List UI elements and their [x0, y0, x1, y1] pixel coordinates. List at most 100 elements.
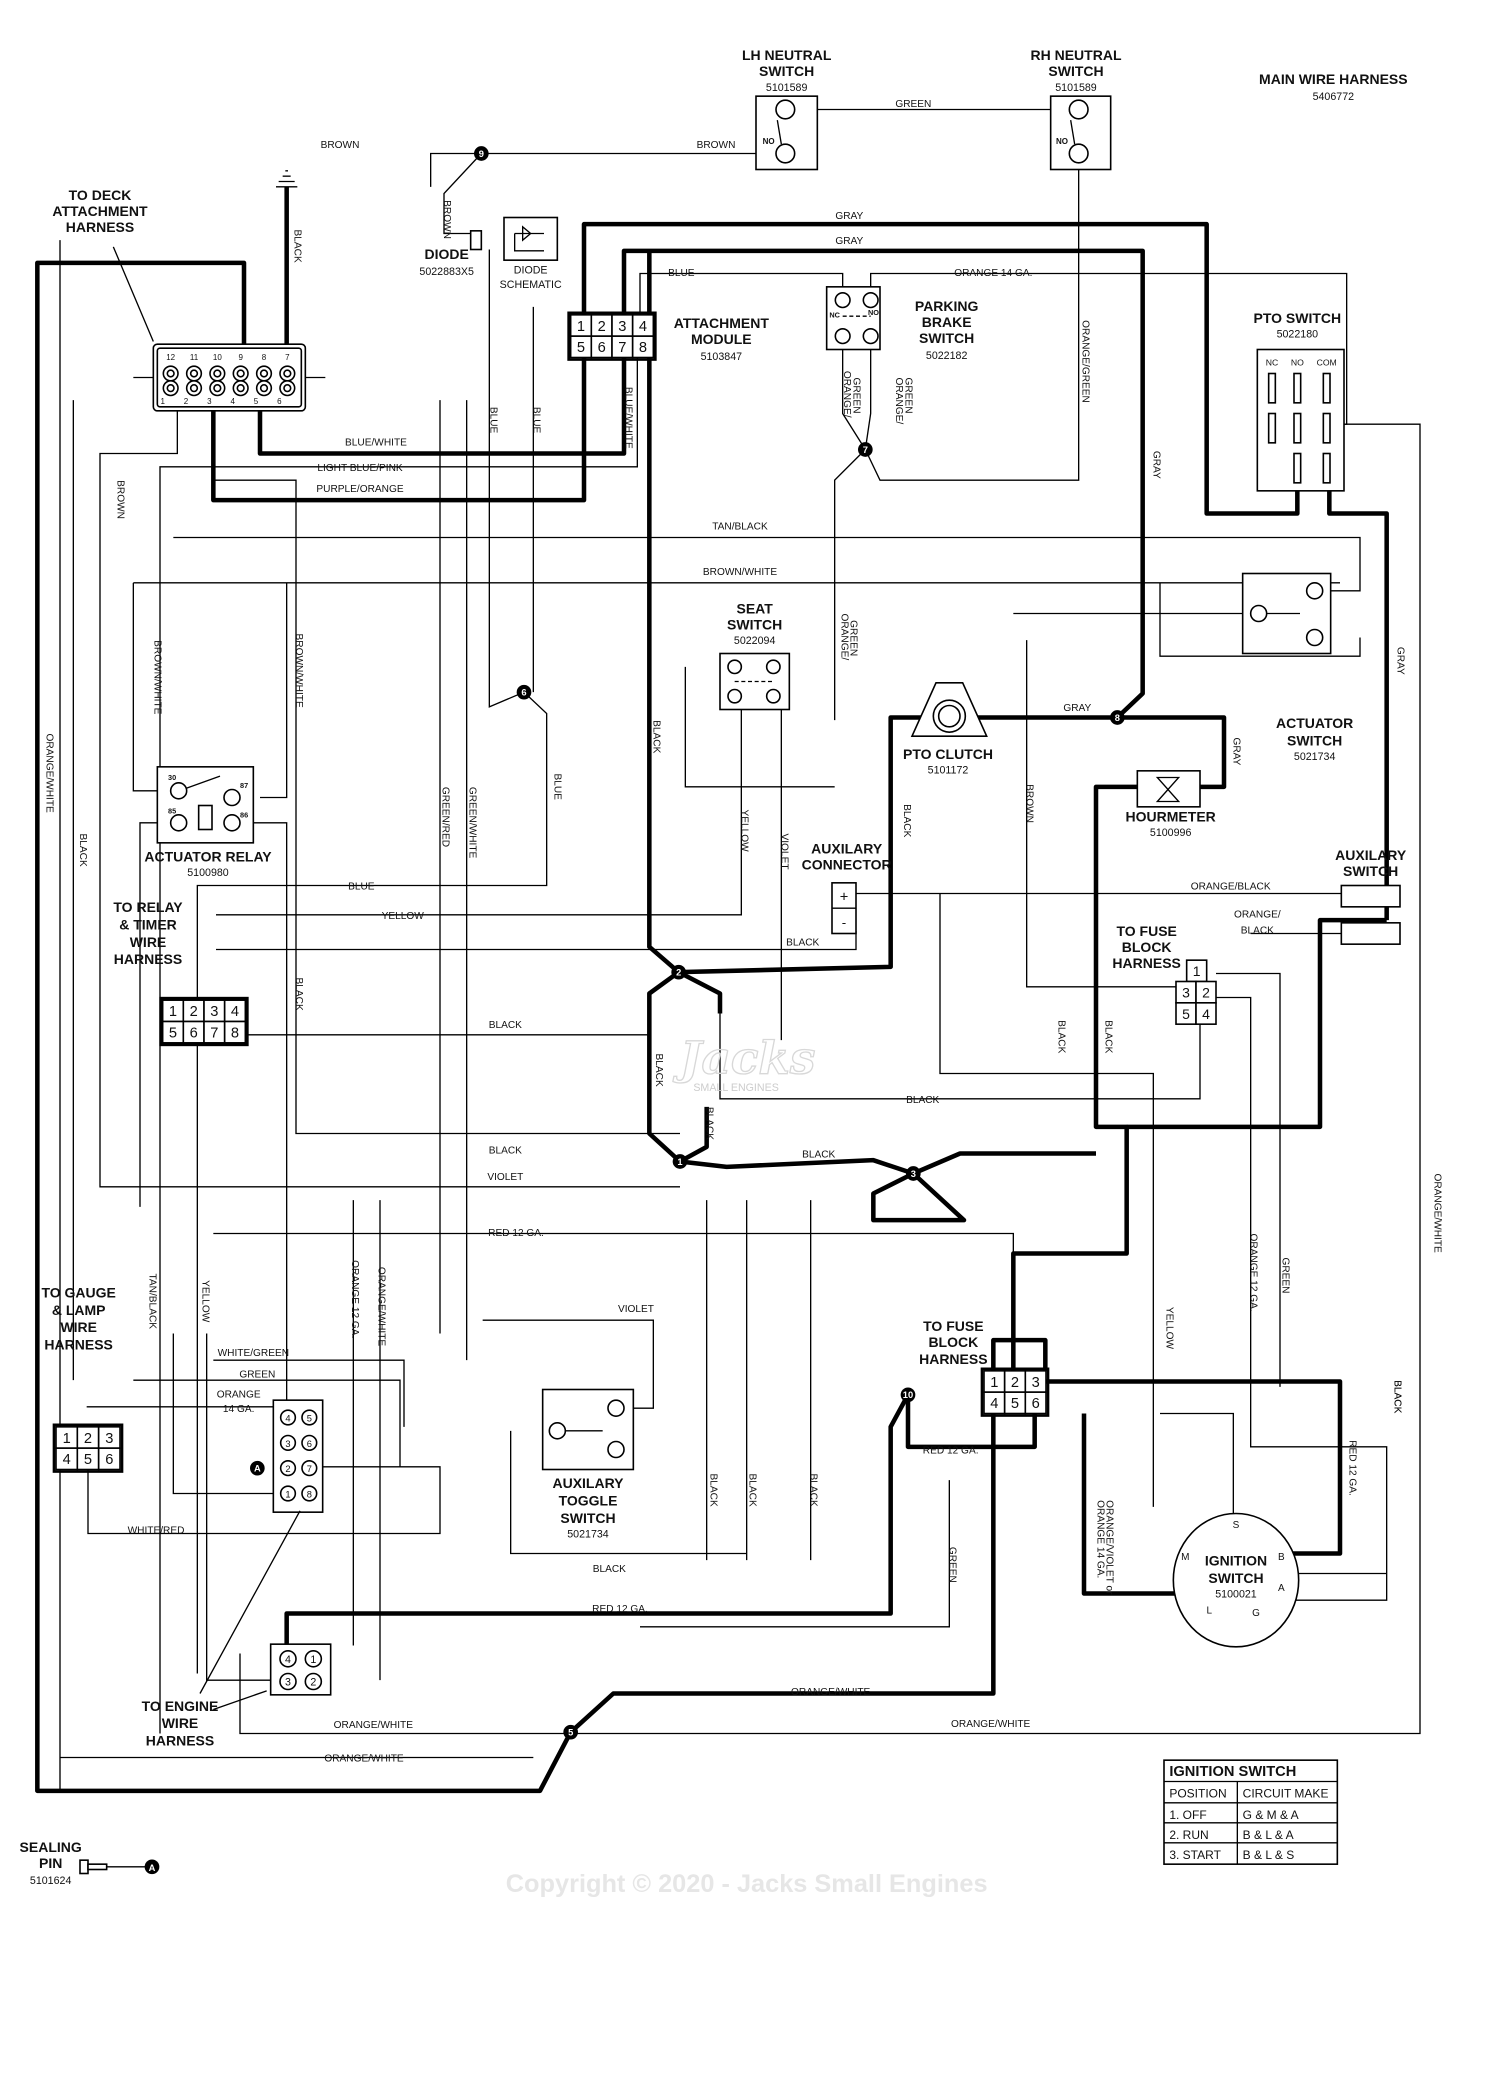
wire-label: YELLOW	[738, 810, 749, 853]
label: BRAKE	[922, 314, 972, 330]
wire	[834, 449, 866, 721]
wire-label: GREEN	[239, 1370, 275, 1381]
label: SWITCH	[727, 617, 782, 633]
pin-number: 6	[1032, 1396, 1040, 1412]
parking-brake-switch: NC NO PARKING BRAKE SWITCH 5022182	[825, 286, 979, 362]
pin-number: 1	[990, 1375, 998, 1391]
splice-label: 3	[911, 1169, 916, 1179]
auxiliary-connector: AUXILARY CONNECTOR + -	[802, 841, 892, 935]
wire-label: ORANGE/WHITE	[951, 1719, 1031, 1730]
label: PTO SWITCH	[1254, 310, 1342, 326]
pin-number: 2	[84, 1431, 92, 1447]
pin-number: 2	[184, 397, 189, 406]
label: SWITCH	[1208, 1570, 1263, 1586]
pin-number: 4	[231, 1004, 239, 1020]
terminal-label: B	[1278, 1552, 1285, 1563]
splice-label: 10	[903, 1390, 913, 1400]
wire-label: PURPLE/ORANGE	[316, 484, 403, 495]
sealing-pin-icon	[79, 1859, 89, 1875]
label: LH NEUTRAL	[742, 47, 832, 63]
pin-number: 3	[1182, 985, 1190, 1001]
contact-label: NO	[763, 137, 775, 146]
label: TO GAUGE	[41, 1285, 115, 1301]
pin-number: 5	[169, 1026, 177, 1042]
wire-label: BLACK	[802, 1150, 835, 1161]
label: HARNESS	[44, 1337, 112, 1353]
terminal-label: 30	[168, 773, 176, 782]
splice-9: 9	[474, 146, 489, 161]
wire-label: BLACK	[906, 1095, 939, 1106]
relay-timer-harness: TO RELAY & TIMER WIRE HARNESS 1 2 3 4 5 6 7 8	[113, 899, 249, 1047]
wire-label: LIGHT BLUE/PINK	[317, 463, 403, 474]
pin-number: 3	[210, 1004, 218, 1020]
pto-switch: PTO SWITCH 5022180 NC NO COM	[1254, 310, 1345, 492]
part-number: 5100021	[1215, 1589, 1257, 1601]
wire-label: BLACK	[1392, 1380, 1403, 1413]
pin-number: 4	[63, 1452, 71, 1468]
wire	[216, 706, 742, 916]
wire-label: ORANGE/WHITE	[1432, 1174, 1443, 1254]
part-number: 5021734	[567, 1529, 609, 1541]
terminal-label: A	[1278, 1583, 1285, 1594]
label: AUXILARY	[1335, 847, 1407, 863]
wire-label: WHITE/RED	[128, 1526, 185, 1537]
wire-label: ORANGE/WHITE	[44, 734, 55, 814]
wire-label: ORANGE/BLACK	[1191, 882, 1271, 893]
wire-label: ORANGE	[217, 1390, 261, 1401]
pin-number: 9	[238, 353, 243, 362]
label: SWITCH	[560, 1510, 615, 1526]
nc-label: NC	[829, 311, 840, 320]
pin-number: 4	[990, 1396, 998, 1412]
pin-number: 5	[1182, 1006, 1190, 1022]
pin-number: 7	[285, 353, 290, 362]
label: AUXILARY	[552, 1475, 624, 1491]
attachment-module: 1 2 3 4 5 6 7 8 ATTACHMENT MODULE 5103847	[567, 311, 769, 363]
label: ACTUATOR RELAY	[144, 849, 272, 865]
wire	[216, 930, 857, 951]
part-number: 5022883X5	[419, 266, 474, 278]
label: TOGGLE	[559, 1493, 618, 1509]
wire-label: BLACK	[593, 1564, 626, 1575]
label: SWITCH	[1287, 733, 1342, 749]
pin-number: 5	[254, 397, 259, 406]
wire-label: ORANGE/WHITE	[324, 1754, 404, 1765]
label: SWITCH	[1048, 63, 1103, 79]
pin-number: 7	[210, 1026, 218, 1042]
pin-number: 2	[598, 319, 606, 335]
blade-terminal	[1293, 452, 1302, 484]
table-header: CIRCUIT MAKE	[1243, 1787, 1329, 1801]
wire-label: GREEN/WHITE	[466, 787, 477, 859]
pto-clutch: PTO CLUTCH 5101172	[903, 682, 993, 777]
part-number: 5100980	[187, 867, 229, 879]
label: MODULE	[691, 331, 752, 347]
wire-label: BLACK	[1102, 1020, 1113, 1053]
pin-number: 4	[230, 397, 235, 406]
wire-label: GREEN	[850, 378, 861, 414]
wire-label: BLACK	[650, 720, 661, 753]
lh-neutral-switch: LH NEUTRAL SWITCH 5101589 NO	[742, 47, 832, 171]
wire-label: ORANGE 12 GA.	[1248, 1234, 1259, 1312]
pin-number: 5	[577, 340, 585, 356]
pin-number: 12	[166, 353, 175, 362]
label: TO ENGINE	[142, 1698, 219, 1714]
label: PIN	[39, 1855, 62, 1871]
actuator-switch: ACTUATOR SWITCH 5021734	[1241, 572, 1353, 763]
table-cell: 3. START	[1169, 1848, 1221, 1862]
label: BLOCK	[1122, 939, 1172, 955]
wire-label: VIOLET	[618, 1304, 654, 1315]
label: DIODE	[514, 265, 548, 277]
wire	[260, 582, 288, 799]
wire-label: YELLOW	[1164, 1307, 1175, 1350]
wire-label: BLUE	[530, 407, 541, 434]
terminal-label: S	[1233, 1520, 1240, 1531]
terminal-label: G	[1252, 1608, 1260, 1619]
label: TO FUSE	[1116, 923, 1176, 939]
wire-label: BLACK	[704, 1107, 715, 1140]
col-label: COM	[1317, 358, 1337, 368]
label: PTO CLUTCH	[903, 746, 993, 762]
blade-terminal	[1322, 452, 1331, 484]
part-number: 5022182	[926, 350, 968, 362]
pin-number: 1	[160, 397, 165, 406]
copyright-watermark: Copyright © 2020 - Jacks Small Engines	[506, 1870, 988, 1898]
table-cell: 1. OFF	[1169, 1808, 1206, 1822]
